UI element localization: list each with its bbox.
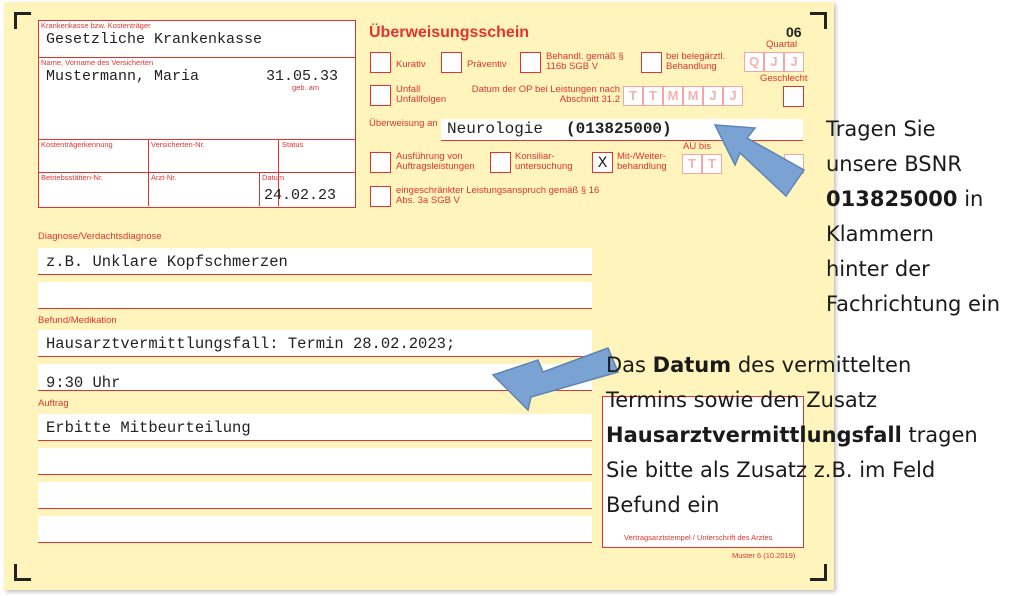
bsnr-annotation: Tragen Sie unsere BSNR 013825000 in Klam…: [826, 112, 1022, 322]
bsnr-note-number: 013825000: [826, 187, 958, 211]
bsnr-note-line-6: Fachrichtung ein: [826, 292, 1001, 316]
datum-annotation: Das Datum des vermittelten Termins sowie…: [606, 348, 1022, 523]
bsnr-note-line-4: Klammern: [826, 222, 934, 246]
datum-note-hausarzt: Hausarztvermittlungsfall: [606, 423, 902, 447]
datum-note-bold: Datum: [652, 353, 732, 377]
datum-arrow: [491, 347, 620, 412]
bsnr-arrow: [713, 124, 806, 198]
datum-note-line-5: Befund ein: [606, 493, 720, 517]
datum-note-line-3: Hausarztvermittlungsfall tragen: [606, 418, 1022, 453]
datum-note-post: des vermittelten: [731, 353, 912, 377]
bsnr-note-line-1: Tragen Sie: [826, 117, 936, 141]
datum-note-line-2: Termins sowie den Zusatz: [606, 388, 878, 412]
datum-note-line-1: Das Datum des vermittelten: [606, 348, 1022, 383]
datum-note-pre: Das: [606, 353, 653, 377]
datum-note-line-4: Sie bitte als Zusatz z.B. im Feld: [606, 458, 936, 482]
bsnr-note-line-3: 013825000 in: [826, 182, 1022, 217]
bsnr-note-line-5: hinter der: [826, 257, 930, 281]
datum-note-tragen: tragen: [901, 423, 978, 447]
bsnr-note-in: in: [957, 187, 984, 211]
bsnr-note-line-2: unsere BSNR: [826, 152, 962, 176]
